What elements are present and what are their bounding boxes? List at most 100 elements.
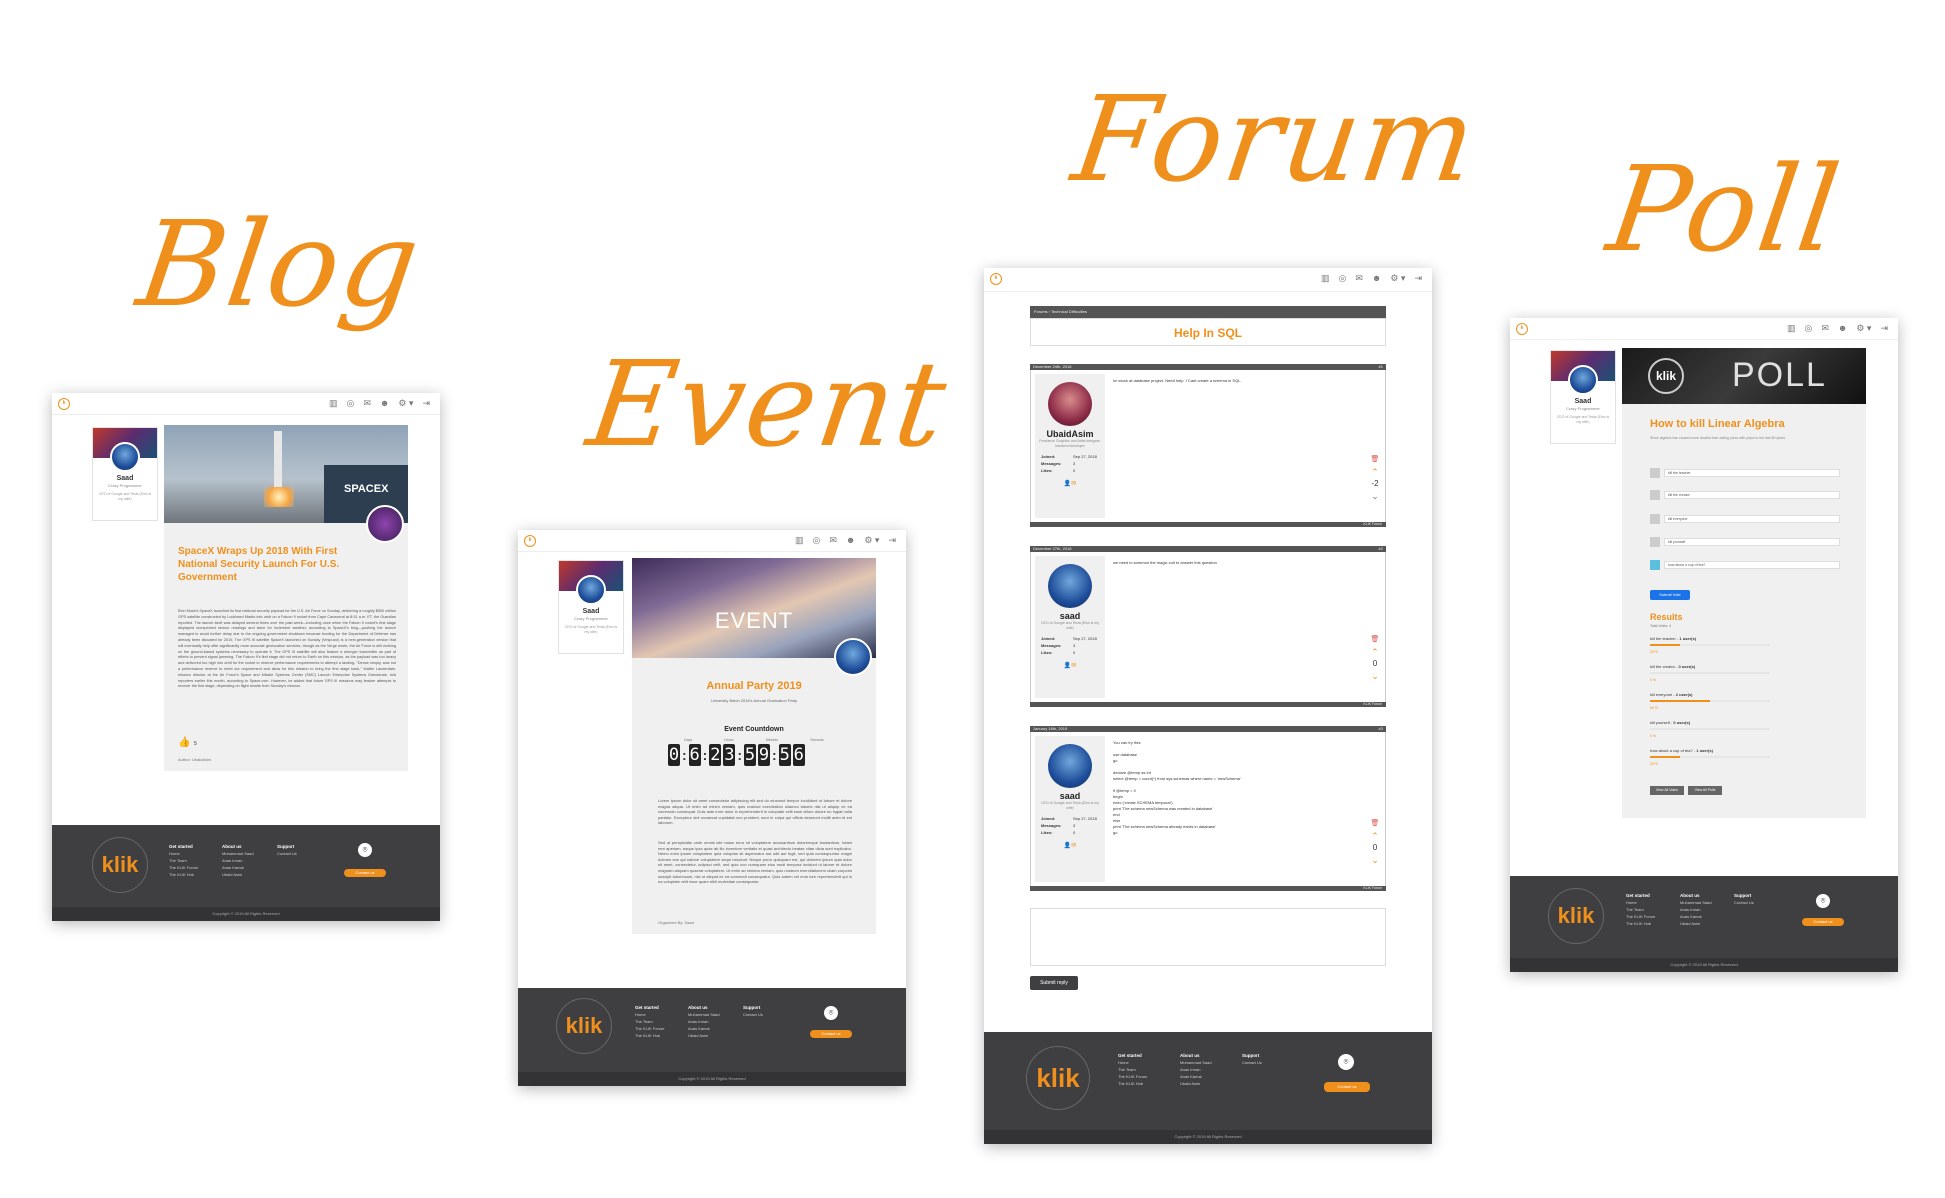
github-icon[interactable]: ⌾ xyxy=(1816,894,1830,908)
chart-icon[interactable]: ▥ xyxy=(1787,322,1796,334)
logout-icon[interactable]: ⇥ xyxy=(888,534,896,546)
footer-link[interactable]: Contact Us xyxy=(1242,1059,1262,1066)
downvote-icon[interactable]: ⌄ xyxy=(1369,854,1381,866)
contact-button[interactable]: Contact us xyxy=(1324,1082,1370,1092)
avatar[interactable] xyxy=(1568,365,1598,395)
gear-icon[interactable]: ⚙ ▾ xyxy=(1856,322,1871,334)
user-action-icons[interactable]: 👤✉ xyxy=(1035,480,1105,497)
footer-link[interactable]: Anas Imran xyxy=(688,1018,720,1025)
logout-icon[interactable]: ⇥ xyxy=(1880,322,1888,334)
github-icon[interactable]: ⌾ xyxy=(358,843,372,857)
user-action-icons[interactable]: 👤✉ xyxy=(1035,842,1105,859)
github-icon[interactable]: ◎ xyxy=(1338,272,1346,284)
footer-link[interactable]: Anas Kamal xyxy=(222,864,254,871)
footer-link[interactable]: Ubaid Asim xyxy=(1180,1080,1212,1087)
footer-link[interactable]: The Team xyxy=(635,1018,664,1025)
footer-link[interactable]: Home xyxy=(169,850,198,857)
view-all-polls-button[interactable]: View All Polls xyxy=(1688,786,1722,795)
chart-icon[interactable]: ▥ xyxy=(329,397,338,409)
klik-logo[interactable]: k xyxy=(1516,323,1528,335)
submit-vote-button[interactable]: Submit Vote xyxy=(1650,590,1690,600)
avatar[interactable] xyxy=(1048,744,1092,788)
github-icon[interactable]: ⌾ xyxy=(1338,1054,1354,1070)
delete-icon[interactable]: 🗑 xyxy=(1369,454,1381,466)
username[interactable]: UbaidAsim xyxy=(1035,429,1105,439)
username[interactable]: saad xyxy=(1035,791,1105,801)
gear-icon[interactable]: ⚙ ▾ xyxy=(1390,272,1405,284)
logout-icon[interactable]: ⇥ xyxy=(422,397,430,409)
like-button[interactable]: 👍 xyxy=(178,737,190,748)
footer-link[interactable]: Home xyxy=(1118,1059,1147,1066)
contact-button[interactable]: Contact us xyxy=(810,1030,852,1038)
view-all-votes-button[interactable]: View All Votes xyxy=(1650,786,1684,795)
mail-icon[interactable]: ✉ xyxy=(1821,322,1829,334)
footer-link[interactable]: Muhammad Saad xyxy=(1680,899,1712,906)
username[interactable]: saad xyxy=(1035,611,1105,621)
submit-reply-button[interactable]: Submit reply xyxy=(1030,976,1078,990)
contact-button[interactable]: Contact us xyxy=(344,869,386,877)
footer-link[interactable]: Home xyxy=(635,1011,664,1018)
footer-link[interactable]: The KLIK Hub xyxy=(1626,920,1655,927)
footer-link[interactable]: Contact Us xyxy=(1734,899,1754,906)
users-icon[interactable]: ☻ xyxy=(380,397,389,409)
footer-link[interactable]: Ubaid Asim xyxy=(1680,920,1712,927)
footer-link[interactable]: The KLIK Forum xyxy=(635,1025,664,1032)
footer-link[interactable]: Ubaid Asim xyxy=(222,871,254,878)
gear-icon[interactable]: ⚙ ▾ xyxy=(398,397,413,409)
footer-link[interactable]: Anas Kamal xyxy=(688,1025,720,1032)
footer-link[interactable]: Anas Imran xyxy=(1680,906,1712,913)
users-icon[interactable]: ☻ xyxy=(846,534,855,546)
klik-logo[interactable]: k xyxy=(524,535,536,547)
footer-link[interactable]: Muhammad Saad xyxy=(1180,1059,1212,1066)
poll-option[interactable]: kill the creator xyxy=(1650,490,1840,500)
chart-icon[interactable]: ▥ xyxy=(1321,272,1330,284)
github-icon[interactable]: ◎ xyxy=(812,534,820,546)
upvote-icon[interactable]: ⌃ xyxy=(1369,646,1381,658)
footer-link[interactable]: Anas Kamal xyxy=(1180,1073,1212,1080)
poll-option[interactable]: kill yourself xyxy=(1650,537,1840,547)
footer-link[interactable]: The KLIK Forum xyxy=(169,864,198,871)
downvote-icon[interactable]: ⌄ xyxy=(1369,490,1381,502)
footer-link[interactable]: The Team xyxy=(169,857,198,864)
footer-link[interactable]: The KLIK Hub xyxy=(635,1032,664,1039)
footer-link[interactable]: Anas Imran xyxy=(222,857,254,864)
github-icon[interactable]: ⌾ xyxy=(824,1006,838,1020)
gear-icon[interactable]: ⚙ ▾ xyxy=(864,534,879,546)
avatar[interactable] xyxy=(110,442,140,472)
delete-icon[interactable]: 🗑 xyxy=(1369,818,1381,830)
poll-option[interactable]: how about a cup of tea? xyxy=(1650,560,1840,570)
poll-option[interactable]: kill everyone xyxy=(1650,514,1840,524)
footer-link[interactable]: The Team xyxy=(1118,1066,1147,1073)
delete-icon[interactable]: 🗑 xyxy=(1369,634,1381,646)
footer-link[interactable]: Muhammad Saad xyxy=(222,850,254,857)
footer-link[interactable]: The KLIK Forum xyxy=(1118,1073,1147,1080)
downvote-icon[interactable]: ⌄ xyxy=(1369,670,1381,682)
mail-icon[interactable]: ✉ xyxy=(363,397,371,409)
footer-link[interactable]: Home xyxy=(1626,899,1655,906)
contact-button[interactable]: Contact us xyxy=(1802,918,1844,926)
logout-icon[interactable]: ⇥ xyxy=(1414,272,1422,284)
avatar[interactable] xyxy=(1048,382,1092,426)
poll-option[interactable]: kill the teacher xyxy=(1650,468,1840,478)
reply-textarea[interactable] xyxy=(1030,908,1386,966)
chart-icon[interactable]: ▥ xyxy=(795,534,804,546)
footer-link[interactable]: Ubaid Asim xyxy=(688,1032,720,1039)
footer-link[interactable]: Anas Kamal xyxy=(1680,913,1712,920)
upvote-icon[interactable]: ⌃ xyxy=(1369,830,1381,842)
footer-link[interactable]: Contact Us xyxy=(743,1011,763,1018)
user-action-icons[interactable]: 👤✉ xyxy=(1035,662,1105,679)
breadcrumb[interactable]: Forums › Technical Difficulties xyxy=(1030,306,1386,318)
footer-link[interactable]: The Team xyxy=(1626,906,1655,913)
github-icon[interactable]: ◎ xyxy=(346,397,354,409)
avatar[interactable] xyxy=(576,575,606,605)
footer-link[interactable]: The KLIK Hub xyxy=(169,871,198,878)
klik-logo[interactable]: k xyxy=(58,398,70,410)
footer-link[interactable]: Anas Imran xyxy=(1180,1066,1212,1073)
upvote-icon[interactable]: ⌃ xyxy=(1369,466,1381,478)
author-avatar[interactable] xyxy=(366,505,404,543)
avatar[interactable] xyxy=(1048,564,1092,608)
host-avatar[interactable] xyxy=(834,638,872,676)
mail-icon[interactable]: ✉ xyxy=(1355,272,1363,284)
klik-logo[interactable]: k xyxy=(990,273,1002,285)
footer-link[interactable]: Contact Us xyxy=(277,850,297,857)
